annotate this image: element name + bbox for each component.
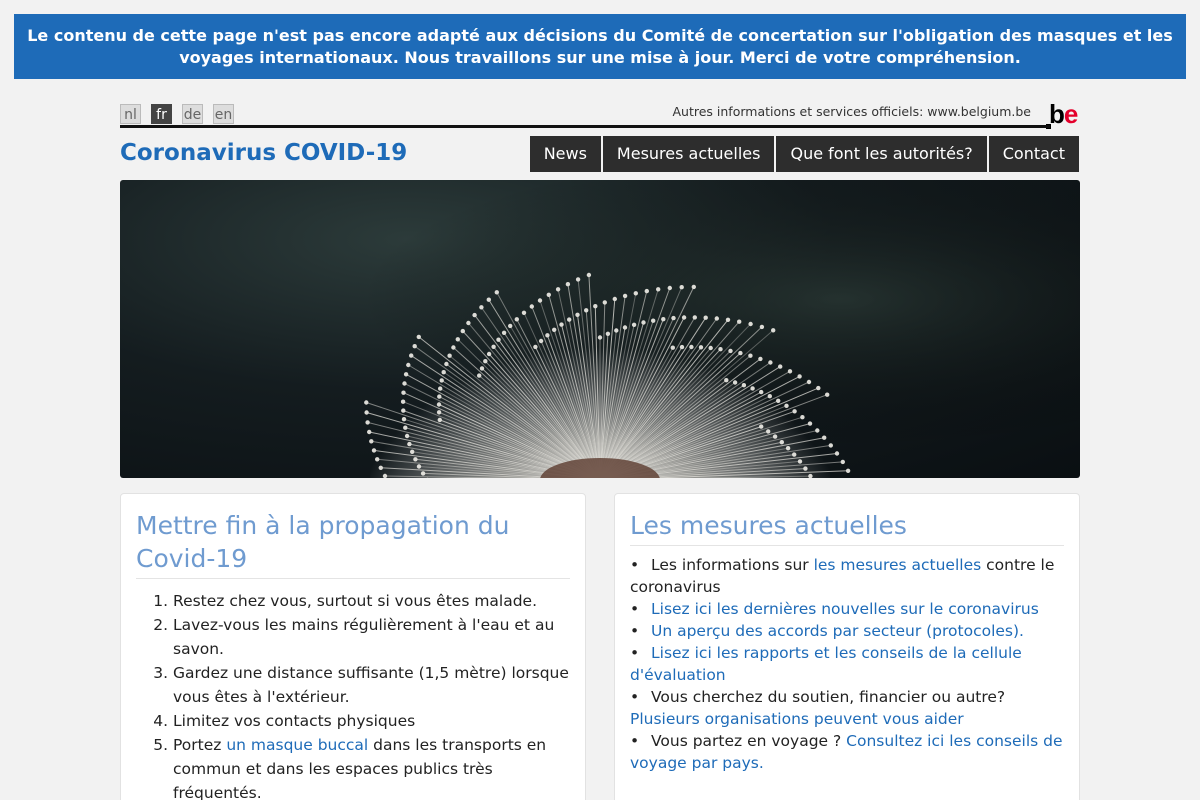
measures-item: • Les informations sur les mesures actuel…: [630, 556, 1055, 596]
item-text: Vous cherchez du soutien, financier ou a…: [651, 688, 1006, 706]
update-notice-banner: Le contenu de cette page n'est pas encor…: [14, 14, 1186, 79]
official-services-link[interactable]: Autres informations et services officiel…: [672, 104, 1031, 119]
item-text: Vous partez en voyage ?: [651, 732, 847, 750]
measures-item: • Un aperçu des accords par secteur (prot…: [630, 622, 1024, 640]
latest-news-link[interactable]: Lisez ici les dernières nouvelles sur le…: [651, 600, 1039, 618]
main-nav: News Mesures actuelles Que font les auto…: [529, 136, 1079, 172]
hero-image: [120, 180, 1080, 478]
face-mask-link[interactable]: un masque buccal: [226, 736, 368, 754]
item-text: Les informations sur: [651, 556, 814, 574]
measures-list: • Les informations sur les mesures actuel…: [630, 554, 1064, 774]
nav-contact[interactable]: Contact: [988, 136, 1079, 172]
measures-item: • Vous cherchez du soutien, financier ou …: [630, 688, 1006, 728]
lang-fr[interactable]: fr: [151, 104, 172, 124]
stop-spread-card: Mettre fin à la propagation du Covid-19 …: [120, 493, 586, 800]
support-organisations-link[interactable]: Plusieurs organisations peuvent vous aid…: [630, 710, 964, 728]
lang-en[interactable]: en: [213, 104, 234, 124]
current-measures-card: Les mesures actuelles • Les informations …: [614, 493, 1080, 800]
nav-current-measures[interactable]: Mesures actuelles: [602, 136, 775, 172]
nav-authorities[interactable]: Que font les autorités?: [776, 136, 987, 172]
prevention-item: Portez un masque buccal dans les transpo…: [173, 733, 570, 800]
nav-news[interactable]: News: [529, 136, 601, 172]
current-measures-link[interactable]: les mesures actuelles: [814, 556, 982, 574]
stop-spread-title: Mettre fin à la propagation du Covid-19: [136, 509, 570, 579]
logo-text: be: [1049, 99, 1078, 129]
prevention-item: Lavez-vous les mains régulièrement à l'e…: [173, 613, 570, 661]
measures-item: • Vous partez en voyage ? Consultez ici l…: [630, 732, 1063, 772]
belgium-be-logo[interactable]: be: [1046, 99, 1080, 130]
header-rule: [120, 125, 1050, 128]
measures-item: • Lisez ici les rapports et les conseils …: [630, 644, 1022, 684]
evaluation-reports-link[interactable]: Lisez ici les rapports et les conseils d…: [630, 644, 1022, 684]
dandelion-photo: [120, 180, 1080, 478]
item-text: Portez: [173, 736, 227, 754]
language-switcher: nl fr de en: [120, 104, 234, 124]
current-measures-title: Les mesures actuelles: [630, 509, 1064, 546]
prevention-item: Limitez vos contacts physiques: [173, 709, 570, 733]
measures-item: • Lisez ici les dernières nouvelles sur l…: [630, 600, 1039, 618]
prevention-list: Restez chez vous, surtout si vous êtes m…: [136, 589, 570, 800]
prevention-item: Gardez une distance suffisante (1,5 mètr…: [173, 661, 570, 709]
sector-protocols-link[interactable]: Un aperçu des accords par secteur (proto…: [651, 622, 1024, 640]
site-title[interactable]: Coronavirus COVID-19: [120, 140, 407, 166]
lang-nl[interactable]: nl: [120, 104, 141, 124]
lang-de[interactable]: de: [182, 104, 203, 124]
prevention-item: Restez chez vous, surtout si vous êtes m…: [173, 589, 570, 613]
